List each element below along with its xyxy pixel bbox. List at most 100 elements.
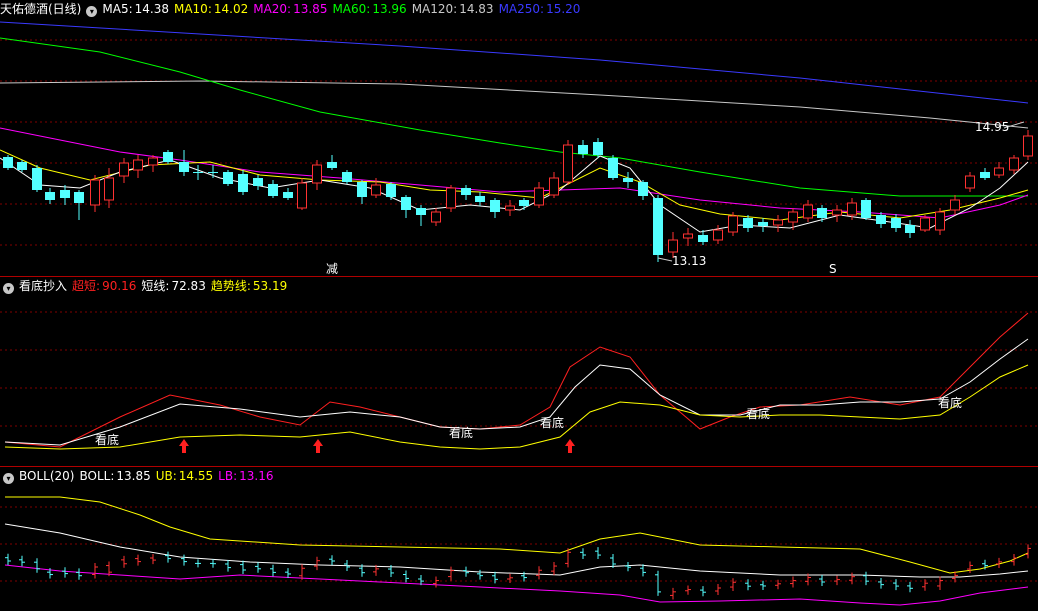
boll-pane[interactable]: ▾ BOLL(20) BOLL: 13.85 UB: 14.55 LB: 13.16 — [0, 467, 1038, 611]
candle-body-up — [119, 162, 129, 177]
indicator-pane[interactable]: 看底 看底 看底 看底 看底 ▾ 看底抄入 超短: 90.16 短线: 72.83 趋势线: 53.1… — [0, 277, 1038, 466]
candle-body-down — [357, 182, 367, 197]
trend-line — [4, 364, 1029, 450]
ma20-line — [0, 127, 1029, 219]
candle-body-down — [578, 145, 588, 154]
candle-body-down — [490, 200, 500, 212]
ma10-label: MA10: — [173, 2, 212, 16]
short-line — [4, 338, 1029, 446]
candle-body-down — [223, 172, 233, 184]
candle-body-down — [891, 218, 901, 228]
candle-body-down — [253, 178, 263, 186]
buy-arrow-icon — [565, 439, 575, 453]
candle-body-down — [817, 208, 827, 218]
candle-body-up — [965, 175, 975, 189]
bottom-signal-label: 看底 — [540, 415, 564, 430]
candle-body-up — [728, 215, 738, 233]
ma20-label: MA20: — [253, 2, 292, 16]
bottom-signal-label: 看底 — [95, 432, 119, 447]
candle-body-up — [950, 199, 960, 211]
candle-body-up — [505, 205, 515, 211]
reduce-marker: 减 — [326, 262, 338, 276]
candle-body-up — [104, 177, 114, 201]
price-pane[interactable]: 14.95 13.13 减 S 天佑德酒(日线) ▾ MA5: 14.38 MA10: 14.0… — [0, 0, 1038, 276]
candle-body-down — [386, 184, 396, 197]
candle-body-up — [1023, 135, 1033, 157]
candle-body-up — [847, 202, 857, 216]
candle-body-down — [608, 158, 618, 178]
candle-body-up — [773, 219, 783, 226]
low-pointer-line — [657, 257, 673, 262]
candle-body-down — [475, 196, 485, 202]
ma60-label: MA60: — [332, 2, 371, 16]
candle-body-up — [312, 164, 322, 184]
collapse-toggle-icon[interactable]: ▾ — [86, 6, 98, 17]
ma60-line — [0, 37, 1028, 197]
high-price-label: 14.95 — [975, 120, 1009, 134]
upper-band-line — [5, 496, 1029, 574]
collapse-toggle-icon[interactable]: ▾ — [3, 283, 14, 294]
candle-body-up — [371, 184, 381, 196]
ma250-value: 15.20 — [546, 2, 581, 16]
buy-arrow-icon — [179, 439, 189, 453]
candle-body-up — [90, 179, 100, 206]
collapse-toggle-icon[interactable]: ▾ — [3, 473, 14, 484]
boll-title: BOLL(20) — [19, 469, 75, 483]
candle-body-down — [698, 235, 708, 242]
indicator-chart[interactable]: 看底 看底看底看底看底 — [0, 277, 1038, 466]
bottom-signal-label: 看底 — [746, 406, 770, 421]
candle-body-down — [905, 225, 915, 233]
boll-mid-value: 13.85 — [116, 469, 151, 483]
candle-body-up — [563, 144, 573, 183]
lower-band-line — [4, 564, 1029, 606]
candle-body-up — [788, 211, 798, 223]
candle-body-down — [238, 174, 248, 192]
price-legend: 天佑德酒(日线) ▾ MA5: 14.38 MA10: 14.02 MA20: 13.85 MA… — [0, 0, 585, 18]
low-price-label: 13.13 — [672, 254, 706, 268]
boll-mid-label: BOLL: — [79, 469, 115, 483]
candle-body-up — [803, 204, 813, 219]
ma20-value: 13.85 — [293, 2, 328, 16]
candle-body-up — [446, 187, 456, 209]
trend-line-value: 53.19 — [252, 279, 288, 293]
candle-body-down — [74, 192, 84, 203]
ma10-value: 14.02 — [213, 2, 249, 16]
ma5-label: MA5: — [102, 2, 133, 16]
candle-body-down — [193, 172, 203, 173]
candle-body-up — [1009, 157, 1019, 171]
candle-body-down — [593, 142, 603, 155]
chart-title: 天佑德酒(日线) — [0, 2, 82, 16]
price-chart[interactable]: 14.95 13.13 减 S — [0, 0, 1038, 276]
boll-ub-label: UB: — [155, 469, 177, 483]
short-line-label: 短线: — [141, 279, 170, 293]
candle-body-down — [653, 198, 663, 255]
candle-body-down — [743, 218, 753, 228]
bottom-signal-label: 看底 — [938, 395, 962, 410]
candle-body-up — [148, 157, 158, 166]
candle-body-up — [297, 182, 307, 209]
candle-body-up — [832, 209, 842, 216]
candle-body-down — [519, 200, 529, 206]
short-line-value: 72.83 — [171, 279, 206, 293]
candle-body-down — [283, 192, 293, 198]
ma120-line — [0, 80, 1029, 129]
candle-body-down — [638, 182, 648, 196]
candle-body-down — [861, 200, 871, 218]
candle-body-up — [935, 211, 945, 231]
candle-body-up — [994, 167, 1004, 176]
candle-body-up — [133, 159, 143, 171]
boll-chart[interactable] — [0, 467, 1038, 611]
candle-body-down — [758, 222, 768, 226]
candle-body-down — [60, 190, 70, 198]
candle-body-down — [623, 178, 633, 182]
boll-legend: ▾ BOLL(20) BOLL: 13.85 UB: 14.55 LB: 13.16 — [0, 467, 278, 485]
ultra-short-label: 超短: — [72, 279, 101, 293]
candle-body-down — [461, 188, 471, 195]
candle-body-up — [920, 217, 930, 231]
candle-body-down — [327, 162, 337, 168]
candle-body-up — [713, 229, 723, 241]
buy-arrow-icon — [313, 439, 323, 453]
candle-body-down — [876, 215, 886, 224]
candle-body-down — [416, 208, 426, 215]
candle-body-up — [549, 177, 559, 196]
